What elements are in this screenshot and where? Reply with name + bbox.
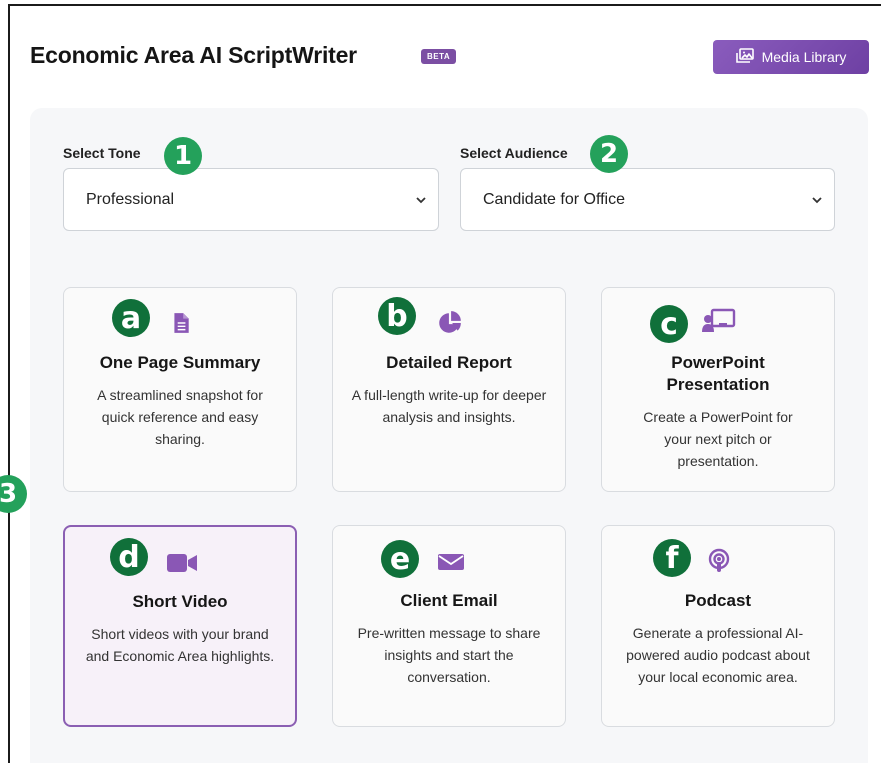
media-library-button[interactable]: Media Library [713, 40, 869, 74]
card-description: Generate a professional AI-powered audio… [626, 625, 810, 685]
tone-value: Professional [86, 190, 175, 208]
media-library-label: Media Library [761, 49, 847, 65]
audience-label: Select Audience [460, 145, 568, 161]
document-icon [170, 312, 192, 334]
pie-chart-icon [437, 310, 463, 336]
presentation-icon [702, 308, 736, 334]
card-description: Short videos with your brand and Economi… [85, 626, 275, 664]
marker-1: 1 [164, 137, 202, 175]
podcast-icon [707, 548, 731, 574]
card-detailed-report[interactable]: Detailed Report A full-length write-up f… [332, 287, 566, 492]
envelope-icon [437, 551, 465, 573]
marker-2: 2 [590, 135, 628, 173]
marker-d: d [110, 538, 148, 576]
chevron-down-icon [416, 191, 426, 209]
card-description: A streamlined snapshot for quick referen… [97, 387, 263, 447]
card-title: Podcast [684, 591, 752, 610]
marker-a: a [112, 299, 150, 337]
page-title: Economic Area AI ScriptWriter [30, 42, 357, 68]
chevron-down-icon [812, 191, 822, 209]
card-title: Short Video [132, 592, 228, 611]
card-powerpoint-presentation[interactable]: PowerPoint Presentation Create a PowerPo… [601, 287, 835, 492]
audience-select[interactable]: Candidate for Office [460, 168, 835, 231]
card-podcast[interactable]: Podcast Generate a professional AI-power… [601, 525, 835, 727]
card-title: PowerPoint Presentation [666, 353, 770, 394]
marker-f: f [653, 539, 691, 577]
card-client-email[interactable]: Client Email Pre-written message to shar… [332, 525, 566, 727]
card-one-page-summary[interactable]: One Page Summary A streamlined snapshot … [63, 287, 297, 492]
images-icon [735, 47, 754, 67]
card-description: A full-length write-up for deeper analys… [351, 387, 547, 425]
tone-label: Select Tone [63, 145, 141, 161]
video-icon [166, 552, 198, 574]
card-short-video[interactable]: Short Video Short videos with your brand… [63, 525, 297, 727]
audience-value: Candidate for Office [483, 190, 626, 208]
card-title: Client Email [400, 591, 498, 610]
beta-badge: BETA [421, 49, 457, 64]
marker-b: b [378, 297, 416, 335]
marker-c: c [650, 305, 688, 343]
card-description: Create a PowerPoint for your next pitch … [643, 409, 793, 469]
tone-select[interactable]: Professional [63, 168, 439, 231]
card-title: Detailed Report [386, 353, 512, 372]
marker-e: e [381, 540, 419, 578]
card-title: One Page Summary [99, 353, 261, 372]
card-description: Pre-written message to share insights an… [357, 625, 541, 685]
